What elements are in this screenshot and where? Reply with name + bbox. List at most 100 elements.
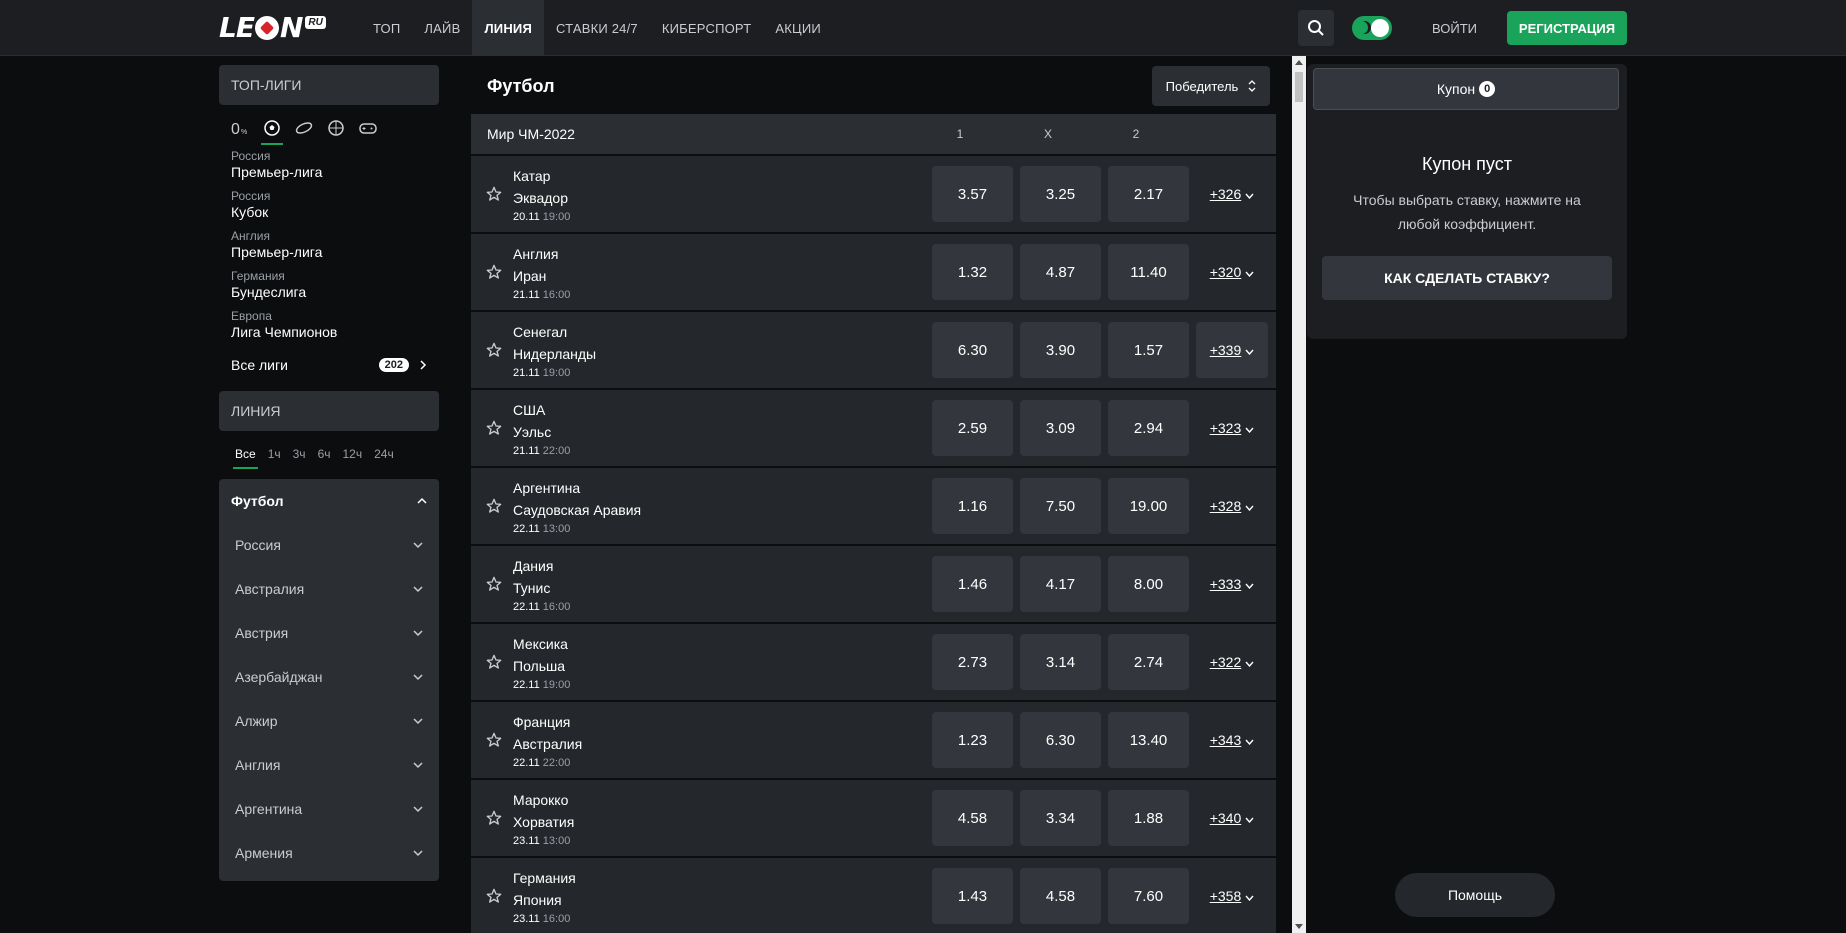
all-leagues-link[interactable]: Все лиги 202 (219, 345, 439, 385)
odd-1-button[interactable]: 1.32 (932, 244, 1013, 300)
football-icon[interactable] (261, 119, 283, 145)
event-teams[interactable]: Сенегал Нидерланды 21.11 19:00 (513, 321, 925, 379)
favorite-star-icon[interactable] (485, 653, 503, 671)
odd-1-button[interactable]: 4.58 (932, 790, 1013, 846)
event-row[interactable]: Германия Япония 23.11 16:00 1.43 4.58 7.60 +35… (471, 858, 1276, 933)
country-item[interactable]: Австралия (219, 567, 439, 611)
favorite-star-icon[interactable] (485, 809, 503, 827)
more-markets-button[interactable]: +358 (1196, 868, 1268, 924)
odd-x-button[interactable]: 3.25 (1020, 166, 1101, 222)
favorite-star-icon[interactable] (485, 887, 503, 905)
scrollbar[interactable] (1292, 56, 1306, 933)
scroll-thumb[interactable] (1295, 72, 1303, 102)
favorite-star-icon[interactable] (485, 731, 503, 749)
nav-bets-24-7[interactable]: СТАВКИ 24/7 (544, 0, 650, 56)
country-item[interactable]: Азербайджан (219, 655, 439, 699)
country-item[interactable]: Армения (219, 831, 439, 875)
odd-x-button[interactable]: 4.87 (1020, 244, 1101, 300)
event-teams[interactable]: Аргентина Саудовская Аравия 22.11 13:00 (513, 477, 925, 535)
more-markets-button[interactable]: +326 (1196, 166, 1268, 222)
more-markets-button[interactable]: +322 (1196, 634, 1268, 690)
how-to-bet-button[interactable]: КАК СДЕЛАТЬ СТАВКУ? (1322, 256, 1612, 300)
odd-2-button[interactable]: 2.74 (1108, 634, 1189, 690)
time-filter-12h[interactable]: 12ч (337, 445, 369, 463)
login-button[interactable]: ВОЙТИ (1432, 0, 1477, 56)
odd-2-button[interactable]: 2.17 (1108, 166, 1189, 222)
help-button[interactable]: Помощь (1395, 873, 1555, 917)
odd-1-button[interactable]: 2.59 (932, 400, 1013, 456)
favorite-star-icon[interactable] (485, 185, 503, 203)
scroll-down-arrow[interactable] (1295, 924, 1303, 929)
odd-2-button[interactable]: 7.60 (1108, 868, 1189, 924)
odd-x-button[interactable]: 6.30 (1020, 712, 1101, 768)
scroll-up-arrow[interactable] (1295, 60, 1303, 65)
odd-1-button[interactable]: 3.57 (932, 166, 1013, 222)
time-filter-3h[interactable]: 3ч (287, 445, 312, 463)
event-teams[interactable]: Катар Эквадор 20.11 19:00 (513, 165, 925, 223)
nav-top[interactable]: ТОП (361, 0, 412, 56)
time-filter-all[interactable]: Все (229, 445, 262, 469)
odd-2-button[interactable]: 8.00 (1108, 556, 1189, 612)
league-item[interactable]: Россия Кубок (219, 185, 439, 225)
event-teams[interactable]: Марокко Хорватия 23.11 13:00 (513, 789, 925, 847)
event-row[interactable]: Катар Эквадор 20.11 19:00 3.57 3.25 2.17 +326 (471, 156, 1276, 232)
favorite-star-icon[interactable] (485, 263, 503, 281)
odd-1-button[interactable]: 2.73 (932, 634, 1013, 690)
theme-toggle[interactable] (1352, 16, 1392, 40)
more-markets-button[interactable]: +323 (1196, 400, 1268, 456)
more-markets-button[interactable]: +339 (1196, 322, 1268, 378)
market-select[interactable]: Победитель (1152, 66, 1270, 106)
odd-1-button[interactable]: 6.30 (932, 322, 1013, 378)
country-item[interactable]: Австрия (219, 611, 439, 655)
odd-1-button[interactable]: 1.23 (932, 712, 1013, 768)
event-teams[interactable]: Германия Япония 23.11 16:00 (513, 867, 925, 925)
event-row[interactable]: Марокко Хорватия 23.11 13:00 4.58 3.34 1.88 +3… (471, 780, 1276, 856)
league-item[interactable]: Европа Лига Чемпионов (219, 305, 439, 345)
leon-logo[interactable]: LE N RU (219, 14, 326, 42)
time-filter-1h[interactable]: 1ч (262, 445, 287, 463)
esports-gamepad-icon[interactable] (359, 119, 377, 137)
favorite-star-icon[interactable] (485, 497, 503, 515)
odd-x-button[interactable]: 3.14 (1020, 634, 1101, 690)
league-item[interactable]: Англия Премьер-лига (219, 225, 439, 265)
odd-2-button[interactable]: 19.00 (1108, 478, 1189, 534)
event-teams[interactable]: Франция Австралия 22.11 22:00 (513, 711, 925, 769)
search-button[interactable] (1298, 10, 1334, 46)
coupon-tab[interactable]: Купон 0 (1313, 68, 1619, 110)
odd-2-button[interactable]: 11.40 (1108, 244, 1189, 300)
event-row[interactable]: Мексика Польша 22.11 19:00 2.73 3.14 2.74 +322 (471, 624, 1276, 700)
country-item[interactable]: Россия (219, 523, 439, 567)
odd-x-button[interactable]: 3.34 (1020, 790, 1101, 846)
register-button[interactable]: РЕГИСТРАЦИЯ (1507, 11, 1627, 45)
basketball-icon[interactable] (327, 119, 345, 137)
odd-1-button[interactable]: 1.16 (932, 478, 1013, 534)
favorite-star-icon[interactable] (485, 575, 503, 593)
event-row[interactable]: Дания Тунис 22.11 16:00 1.46 4.17 8.00 +333 (471, 546, 1276, 622)
nav-esports[interactable]: КИБЕРСПОРТ (650, 0, 764, 56)
more-markets-button[interactable]: +328 (1196, 478, 1268, 534)
league-item[interactable]: Германия Бундеслига (219, 265, 439, 305)
time-filter-24h[interactable]: 24ч (368, 445, 400, 463)
odd-x-button[interactable]: 7.50 (1020, 478, 1101, 534)
nav-live[interactable]: ЛАЙВ (412, 0, 472, 56)
sport-football-header[interactable]: Футбол (219, 479, 439, 523)
nav-line[interactable]: ЛИНИЯ (472, 0, 544, 56)
event-row[interactable]: Аргентина Саудовская Аравия 22.11 13:00 1.1… (471, 468, 1276, 544)
odd-2-button[interactable]: 1.88 (1108, 790, 1189, 846)
event-row[interactable]: США Уэльс 21.11 22:00 2.59 3.09 2.94 +323 (471, 390, 1276, 466)
event-teams[interactable]: Мексика Польша 22.11 19:00 (513, 633, 925, 691)
country-item[interactable]: Алжир (219, 699, 439, 743)
time-filter-6h[interactable]: 6ч (312, 445, 337, 463)
odd-2-button[interactable]: 13.40 (1108, 712, 1189, 768)
event-row[interactable]: Сенегал Нидерланды 21.11 19:00 6.30 3.90 1.57… (471, 312, 1276, 388)
favorite-star-icon[interactable] (485, 419, 503, 437)
odd-2-button[interactable]: 2.94 (1108, 400, 1189, 456)
event-teams[interactable]: Англия Иран 21.11 16:00 (513, 243, 925, 301)
event-row[interactable]: Франция Австралия 22.11 22:00 1.23 6.30 13.40… (471, 702, 1276, 778)
event-teams[interactable]: США Уэльс 21.11 22:00 (513, 399, 925, 457)
league-item[interactable]: Россия Премьер-лига (219, 145, 439, 185)
odd-x-button[interactable]: 3.90 (1020, 322, 1101, 378)
odd-x-button[interactable]: 3.09 (1020, 400, 1101, 456)
more-markets-button[interactable]: +340 (1196, 790, 1268, 846)
event-row[interactable]: Англия Иран 21.11 16:00 1.32 4.87 11.40 +320 (471, 234, 1276, 310)
